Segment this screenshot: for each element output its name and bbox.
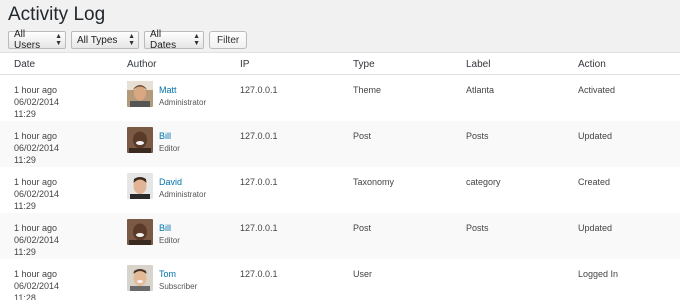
- date-cell: 1 hour ago 06/02/2014 11:28: [14, 268, 114, 300]
- avatar: [127, 219, 153, 245]
- date-value: 06/02/2014: [14, 235, 60, 245]
- page-title: Activity Log: [8, 4, 106, 25]
- date-value: 06/02/2014: [14, 143, 60, 153]
- type-cell: Taxonomy: [353, 177, 395, 187]
- time-value: 11:29: [14, 247, 36, 257]
- date-value: 06/02/2014: [14, 97, 60, 107]
- author-role: Administrator: [159, 98, 207, 107]
- types-select[interactable]: All Types ▲ ▼: [71, 31, 139, 49]
- author-name-link[interactable]: Bill: [159, 222, 171, 234]
- action-cell: Logged In: [578, 269, 619, 279]
- type-cell: Post: [353, 131, 372, 141]
- avatar: [127, 265, 153, 291]
- type-cell: Post: [353, 223, 372, 233]
- dates-select-value: All Dates: [150, 29, 177, 51]
- action-cell: Activated: [578, 85, 616, 95]
- label-cell: category: [466, 177, 501, 187]
- table-row: 1 hour ago 06/02/2014 11:29 Matt Adminis…: [0, 75, 680, 121]
- action-cell: Created: [578, 177, 611, 187]
- column-header-type[interactable]: Type: [353, 59, 375, 70]
- author-name-link[interactable]: David: [159, 176, 182, 188]
- table-row: 1 hour ago 06/02/2014 11:29 Bill Editor …: [0, 121, 680, 167]
- dates-select[interactable]: All Dates ▲ ▼: [144, 29, 204, 51]
- label-cell: Posts: [466, 223, 489, 233]
- label-cell: Atlanta: [466, 85, 495, 95]
- type-cell: User: [353, 269, 373, 279]
- date-relative: 1 hour ago: [14, 85, 58, 95]
- author-role: Subscriber: [159, 282, 198, 291]
- date-relative: 1 hour ago: [14, 269, 58, 279]
- date-relative: 1 hour ago: [14, 177, 58, 187]
- date-cell: 1 hour ago 06/02/2014 11:29: [14, 222, 114, 258]
- label-cell: Posts: [466, 131, 489, 141]
- date-relative: 1 hour ago: [14, 223, 58, 233]
- users-select[interactable]: All Users ▲ ▼: [8, 29, 66, 51]
- ip-cell: 127.0.0.1: [240, 131, 278, 141]
- avatar: [127, 173, 153, 199]
- activity-table: Date Author IP Type Label Action 1 hour …: [0, 52, 680, 300]
- date-value: 06/02/2014: [14, 281, 60, 291]
- author-name-link[interactable]: Tom: [159, 268, 176, 280]
- column-header-ip[interactable]: IP: [240, 59, 249, 70]
- table-row: 1 hour ago 06/02/2014 11:28 Tom Subscrib…: [0, 259, 680, 300]
- table-header: Date Author IP Type Label Action: [0, 53, 680, 75]
- column-header-action[interactable]: Action: [578, 59, 606, 70]
- select-arrows-icon: ▲ ▼: [193, 33, 200, 47]
- time-value: 11:29: [14, 155, 36, 165]
- type-cell: Theme: [353, 85, 382, 95]
- author-role: Administrator: [159, 190, 207, 199]
- author-role: Editor: [159, 144, 180, 153]
- action-cell: Updated: [578, 131, 613, 141]
- date-value: 06/02/2014: [14, 189, 60, 199]
- time-value: 11:29: [14, 109, 36, 119]
- ip-cell: 127.0.0.1: [240, 269, 278, 279]
- column-header-author[interactable]: Author: [127, 59, 156, 70]
- date-relative: 1 hour ago: [14, 131, 58, 141]
- ip-cell: 127.0.0.1: [240, 223, 278, 233]
- date-cell: 1 hour ago 06/02/2014 11:29: [14, 130, 114, 166]
- filter-button[interactable]: Filter: [209, 31, 248, 49]
- column-header-label[interactable]: Label: [466, 59, 490, 70]
- author-role: Editor: [159, 236, 180, 245]
- select-arrows-icon: ▲ ▼: [55, 33, 62, 47]
- filter-bar: All Users ▲ ▼ All Types ▲ ▼ All Dates ▲ ▼ F…: [8, 29, 248, 51]
- author-name-link[interactable]: Bill: [159, 130, 171, 142]
- avatar: [127, 127, 153, 153]
- date-cell: 1 hour ago 06/02/2014 11:29: [14, 84, 114, 120]
- select-arrows-icon: ▲ ▼: [128, 33, 135, 47]
- table-row: 1 hour ago 06/02/2014 11:29 David Admini…: [0, 167, 680, 213]
- avatar: [127, 81, 153, 107]
- ip-cell: 127.0.0.1: [240, 85, 278, 95]
- users-select-value: All Users: [14, 29, 41, 51]
- types-select-value: All Types: [77, 34, 118, 46]
- time-value: 11:29: [14, 201, 36, 211]
- author-name-link[interactable]: Matt: [159, 84, 177, 96]
- date-cell: 1 hour ago 06/02/2014 11:29: [14, 176, 114, 212]
- ip-cell: 127.0.0.1: [240, 177, 278, 187]
- action-cell: Updated: [578, 223, 613, 233]
- column-header-date[interactable]: Date: [14, 59, 35, 70]
- table-row: 1 hour ago 06/02/2014 11:29 Bill Editor …: [0, 213, 680, 259]
- time-value: 11:28: [14, 293, 36, 300]
